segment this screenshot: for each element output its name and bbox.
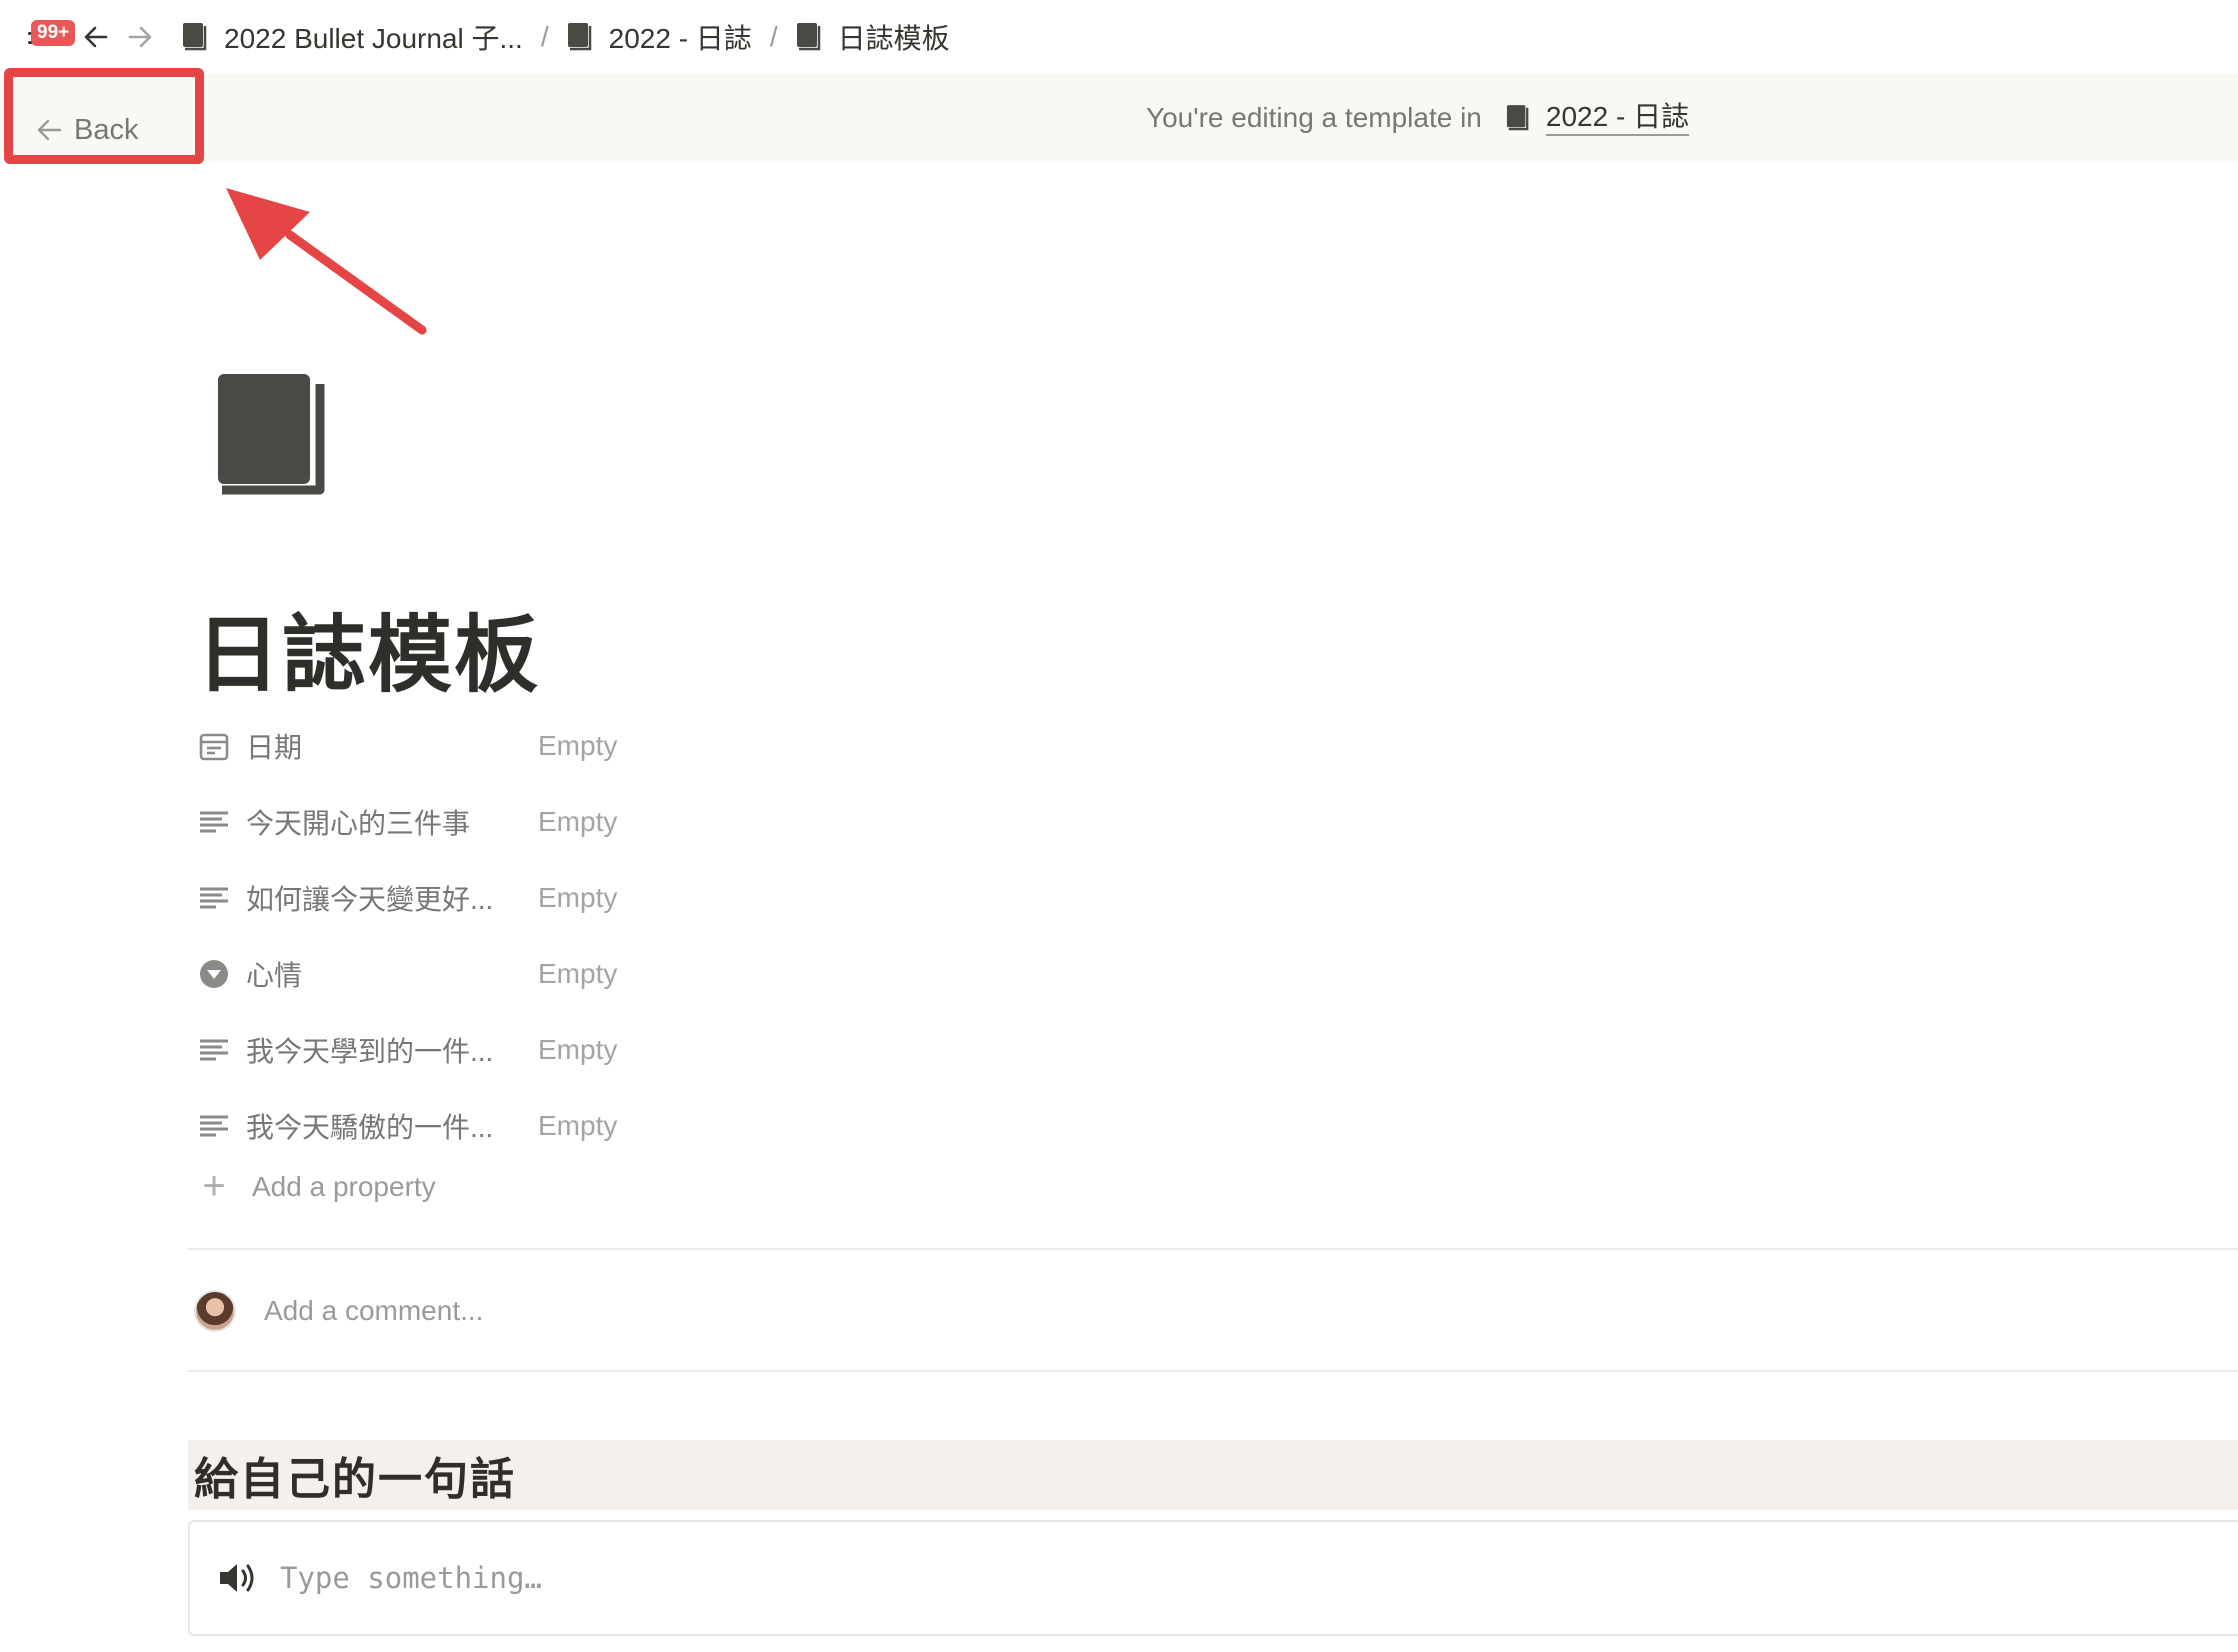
property-row[interactable]: 我今天驕傲的一件... Empty xyxy=(196,1088,996,1164)
avatar xyxy=(194,1290,236,1332)
plus-icon: + xyxy=(202,1164,226,1208)
property-value[interactable]: Empty xyxy=(538,730,617,762)
breadcrumb-label: 2022 - 日誌 xyxy=(608,23,752,54)
divider xyxy=(188,1248,2238,1250)
heading-block[interactable]: 給自己的一句話 xyxy=(188,1440,2238,1510)
arrow-left-icon xyxy=(84,26,108,48)
back-button-label: Back xyxy=(74,113,139,146)
property-row[interactable]: 心情 Empty xyxy=(196,936,996,1012)
comment-bar[interactable]: Add a comment... xyxy=(194,1290,483,1332)
forward-nav-button[interactable] xyxy=(118,15,162,59)
back-nav-button[interactable] xyxy=(74,15,118,59)
template-database-label: 2022 - 日誌 xyxy=(1545,100,1690,136)
back-button[interactable]: Back xyxy=(22,96,188,164)
text-lines-icon xyxy=(200,1115,228,1137)
properties-list: 日期 Empty 今天開心的三件事 Empty 如何讓今天變更好... Empt… xyxy=(196,708,996,1164)
template-banner: Back You're editing a template in 2022 -… xyxy=(0,74,2238,162)
callout-block[interactable] xyxy=(188,1520,2238,1636)
book-icon xyxy=(567,23,591,51)
add-property-button[interactable]: + Add a property xyxy=(196,1164,436,1209)
property-value[interactable]: Empty xyxy=(538,882,617,914)
breadcrumb-separator: / xyxy=(769,21,778,52)
notification-badge: 99+ xyxy=(31,20,76,46)
heading-text: 給自己的一句話 xyxy=(194,1455,516,1504)
book-icon xyxy=(1506,105,1529,131)
arrow-right-icon xyxy=(128,26,152,48)
breadcrumb-item[interactable]: 2022 Bullet Journal 子... xyxy=(182,17,523,57)
property-name: 我今天學到的一件... xyxy=(246,1036,494,1067)
calendar-icon xyxy=(199,733,229,761)
book-icon xyxy=(796,23,820,51)
template-notice-text: You're editing a template in xyxy=(1146,102,1482,133)
text-lines-icon xyxy=(200,887,228,909)
book-icon xyxy=(183,23,207,51)
breadcrumb-item[interactable]: 2022 - 日誌 xyxy=(567,17,752,57)
property-name: 心情 xyxy=(246,960,303,991)
property-name: 如何讓今天變更好... xyxy=(246,884,494,915)
breadcrumb-label: 2022 Bullet Journal 子... xyxy=(224,23,523,54)
speaker-icon xyxy=(220,1564,254,1592)
select-icon xyxy=(200,960,228,988)
breadcrumb-label: 日誌模板 xyxy=(837,23,950,54)
callout-input[interactable] xyxy=(280,1561,1980,1595)
property-value[interactable]: Empty xyxy=(538,806,617,838)
property-row[interactable]: 今天開心的三件事 Empty xyxy=(196,784,996,860)
property-row[interactable]: 如何讓今天變更好... Empty xyxy=(196,860,996,936)
sidebar-toggle[interactable]: 99+ xyxy=(26,18,76,56)
breadcrumb-item[interactable]: 日誌模板 xyxy=(796,17,950,57)
add-property-label: Add a property xyxy=(252,1170,436,1202)
annotation-arrow-icon xyxy=(226,188,427,335)
arrow-left-icon xyxy=(37,119,62,141)
property-row[interactable]: 日期 Empty xyxy=(196,708,996,784)
text-lines-icon xyxy=(200,1039,228,1061)
property-value[interactable]: Empty xyxy=(538,958,617,990)
property-value[interactable]: Empty xyxy=(538,1110,617,1142)
comment-input[interactable]: Add a comment... xyxy=(264,1295,483,1327)
property-name: 今天開心的三件事 xyxy=(246,808,471,839)
property-row[interactable]: 我今天學到的一件... Empty xyxy=(196,1012,996,1088)
template-notice: You're editing a template in 2022 - 日誌 xyxy=(1146,100,1690,136)
property-name: 日期 xyxy=(246,732,303,763)
page-title[interactable]: 日誌模板 xyxy=(196,588,540,709)
property-name: 我今天驕傲的一件... xyxy=(246,1112,494,1143)
property-value[interactable]: Empty xyxy=(538,1034,617,1066)
breadcrumb-separator: / xyxy=(540,21,549,52)
top-bar: 99+ 2022 Bullet Journal 子... / 2022 - 日誌… xyxy=(0,0,2238,74)
page-book-icon xyxy=(218,374,325,495)
template-database-link[interactable]: 2022 - 日誌 xyxy=(1506,100,1690,136)
divider xyxy=(188,1370,2238,1372)
text-lines-icon xyxy=(200,811,228,833)
